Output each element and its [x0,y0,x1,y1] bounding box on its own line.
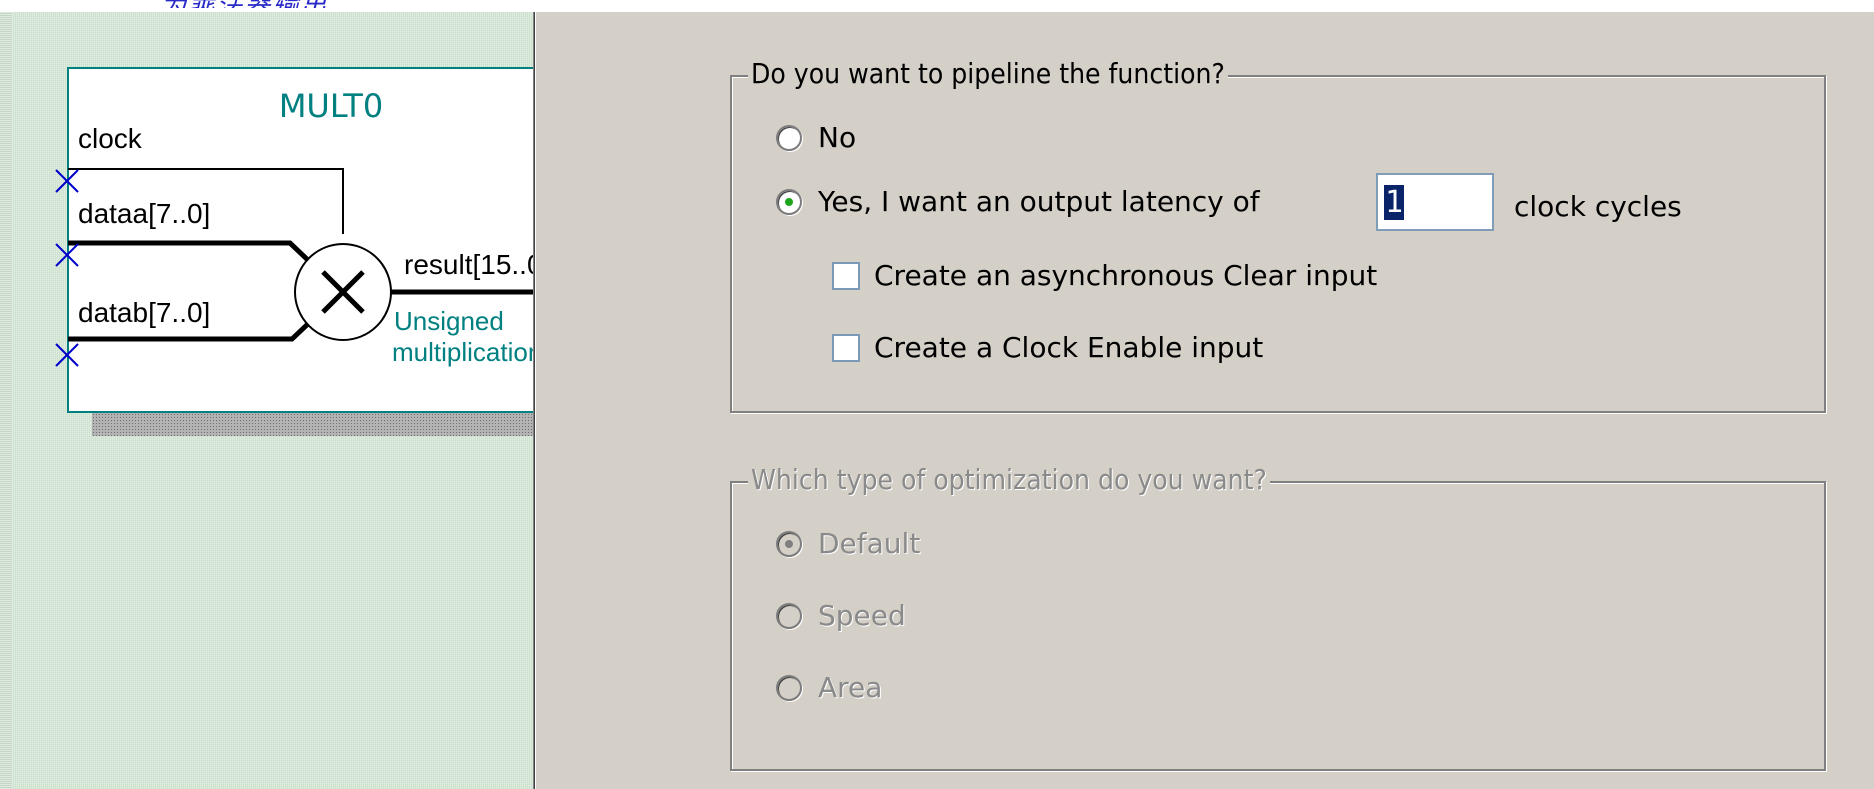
radio-speed[interactable] [776,603,802,629]
latency-input[interactable]: 1 [1376,173,1494,231]
radio-speed-option[interactable]: Speed [776,599,906,633]
radio-default[interactable] [776,531,802,557]
radio-yes-label[interactable]: Yes, I want an output latency of [818,185,1260,219]
multiply-icon [294,243,392,341]
radio-default-option[interactable]: Default [776,527,920,561]
radio-no-option[interactable]: No [776,121,856,155]
clock-enable-label[interactable]: Create a Clock Enable input [874,331,1263,365]
symbol-title: MULT0 [279,87,383,125]
optimization-group-legend: Which type of optimization do you want? [748,463,1270,497]
port-dataa-label: dataa[7..0] [78,198,210,229]
latency-value: 1 [1384,185,1405,220]
symbol-preview-panel: MULT0 clock dataa[7..0] datab[7..0] resu… [0,12,533,789]
port-clock-label: clock [78,123,143,154]
port-result-label: result[15..0] [404,249,533,280]
pipeline-group-legend: Do you want to pipeline the function? [748,57,1228,91]
async-clear-label[interactable]: Create an asynchronous Clear input [874,259,1377,293]
clock-enable-option[interactable]: Create a Clock Enable input [832,331,1263,365]
async-clear-checkbox[interactable] [832,262,860,290]
radio-area-label[interactable]: Area [818,671,882,705]
annotation-line-2: multiplication [392,337,533,367]
mult-symbol: MULT0 clock dataa[7..0] datab[7..0] resu… [55,67,533,436]
latency-unit-label: clock cycles [1514,190,1682,223]
radio-default-label[interactable]: Default [818,527,920,561]
dialog-panel: Do you want to pipeline the function? No… [536,12,1874,789]
clock-enable-checkbox[interactable] [832,334,860,362]
radio-no-label[interactable]: No [818,121,856,155]
radio-yes-option[interactable]: Yes, I want an output latency of [776,185,1260,219]
optimization-groupbox: Which type of optimization do you want? … [730,463,1826,771]
radio-no[interactable] [776,125,802,151]
async-clear-option[interactable]: Create an asynchronous Clear input [832,259,1377,293]
annotation-line-1: Unsigned [394,306,504,336]
radio-area[interactable] [776,675,802,701]
radio-yes[interactable] [776,189,802,215]
port-datab-label: datab[7..0] [78,297,210,328]
pipeline-groupbox: Do you want to pipeline the function? No… [730,57,1826,413]
radio-area-option[interactable]: Area [776,671,882,705]
header-partial-text: 为乘法器输出 [160,0,328,8]
latency-unit: clock cycles [1514,190,1682,224]
radio-speed-label[interactable]: Speed [818,599,906,633]
